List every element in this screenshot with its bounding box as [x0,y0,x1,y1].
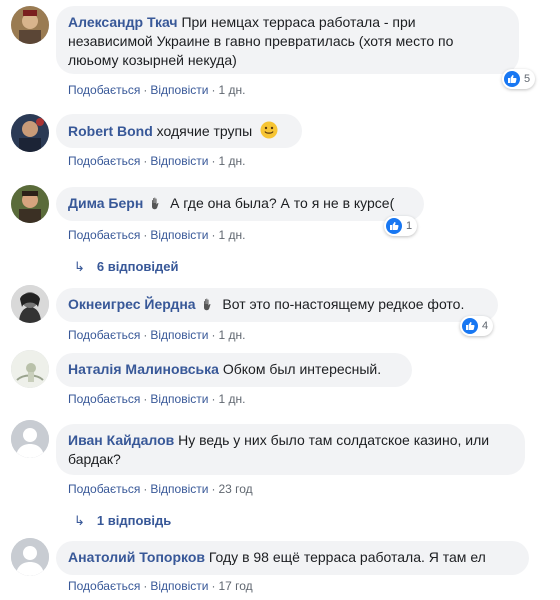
reply-link[interactable]: Відповісти [150,328,208,342]
like-link[interactable]: Подобається [68,482,140,496]
comment-author[interactable]: Александр Ткач [68,14,178,30]
avatar[interactable] [11,420,49,458]
comment-bubble: Наталія Малиновська Обком был интересный… [56,353,412,387]
comment-author[interactable]: Дима Берн [68,195,143,211]
reaction-count[interactable]: 4 [460,316,494,336]
comment-author[interactable]: Окнеигрес Йердна [68,296,196,312]
comment-bubble: Анатолий Топорков Году в 98 ещё терраса … [56,541,529,575]
reply-link[interactable]: Відповісти [150,392,208,406]
waving-hand-icon [149,196,163,215]
like-icon [462,318,478,334]
avatar[interactable] [11,285,49,323]
like-icon [386,218,402,234]
comment-timestamp[interactable]: 1 дн. [218,228,245,242]
like-link[interactable]: Подобається [68,83,140,97]
comment-timestamp[interactable]: 1 дн. [218,392,245,406]
comment-text: независимой Украине в гавно превратилась… [68,33,454,49]
view-replies-link[interactable]: ↳ 6 відповідей [74,259,178,275]
reply-link[interactable]: Відповісти [150,482,208,496]
comment-author[interactable]: Иван Кайдалов [68,432,174,448]
comment-timestamp[interactable]: 17 год [218,579,252,593]
like-link[interactable]: Подобається [68,579,140,593]
reply-arrow-icon: ↳ [74,513,85,528]
avatar[interactable] [11,185,49,223]
comment-timestamp[interactable]: 1 дн. [218,83,245,97]
avatar[interactable] [11,538,49,576]
comment-text: ходячие трупы [156,123,253,139]
avatar[interactable] [11,114,49,152]
comment-text: люьому козырней некуда) [68,52,237,68]
avatar[interactable] [11,6,49,44]
comment-actions: Подобається · Відповісти · 23 год [68,482,253,496]
comment-text: Ну ведь у них было там солдатское казино… [178,432,490,448]
comment-actions: Подобається · Відповісти · 1 дн. [68,392,246,406]
comment-actions: Подобається · Відповісти · 1 дн. [68,83,246,97]
comment-bubble: Иван Кайдалов Ну ведь у них было там сол… [56,424,525,475]
waving-hand-icon [201,297,215,316]
comment-actions: Подобається · Відповісти · 1 дн. [68,154,246,168]
reply-link[interactable]: Відповісти [150,579,208,593]
avatar[interactable] [11,350,49,388]
like-link[interactable]: Подобається [68,328,140,342]
comment-timestamp[interactable]: 1 дн. [218,328,245,342]
reply-link[interactable]: Відповісти [150,83,208,97]
comment-text: Обком был интересный. [222,361,382,377]
comment-bubble: Александр Ткач При немцах терраса работа… [56,6,519,74]
reply-link[interactable]: Відповісти [150,228,208,242]
smile-emoji-icon [260,121,278,144]
like-link[interactable]: Подобається [68,154,140,168]
like-link[interactable]: Подобається [68,228,140,242]
comment-bubble: Дима Берн А где она была? А то я не в ку… [56,187,424,221]
comment-author[interactable]: Наталія Малиновська [68,361,219,377]
comment-actions: Подобається · Відповісти · 1 дн. [68,328,246,342]
comment-bubble: Окнеигрес Йердна Вот это по-настоящему р… [56,288,498,322]
reaction-count[interactable]: 1 [384,216,418,236]
comment-bubble: Robert Bond ходячие трупы [56,114,302,148]
view-replies-link[interactable]: ↳ 1 відповідь [74,513,171,529]
comment-timestamp[interactable]: 23 год [218,482,252,496]
comment-text: бардак? [68,451,121,467]
comment-text: Вот это по-настоящему редкое фото. [222,296,465,312]
comment-text: Году в 98 ещё терраса работала. Я там ел [208,549,486,565]
comment-author[interactable]: Robert Bond [68,123,153,139]
like-icon [504,71,520,87]
comment-author[interactable]: Анатолий Топорков [68,549,205,565]
reaction-count[interactable]: 5 [502,69,536,89]
like-link[interactable]: Подобається [68,392,140,406]
comment-timestamp[interactable]: 1 дн. [218,154,245,168]
comment-actions: Подобається · Відповісти · 17 год [68,579,253,593]
comment-actions: Подобається · Відповісти · 1 дн. [68,228,246,242]
reply-link[interactable]: Відповісти [150,154,208,168]
comment-text: А где она была? А то я не в курсе( [170,195,395,211]
reply-arrow-icon: ↳ [74,259,85,274]
comment-text: При немцах терраса работала - при [181,14,416,30]
